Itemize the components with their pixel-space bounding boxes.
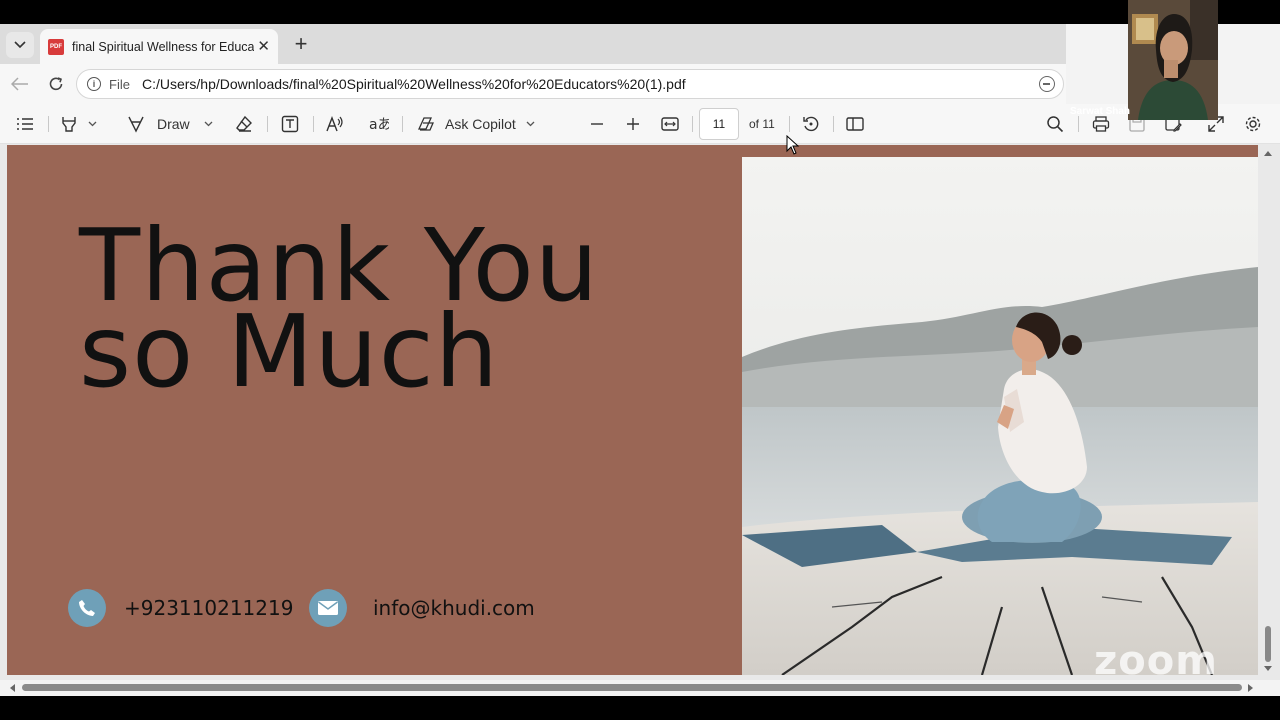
toolbar-divider (833, 116, 834, 132)
slide-heading: Thank You so Much (79, 216, 599, 402)
highlight-button[interactable] (60, 112, 97, 136)
minus-icon[interactable] (590, 112, 604, 136)
scroll-left-icon[interactable] (9, 684, 15, 692)
read-aloud-icon[interactable] (326, 112, 344, 136)
page-number-input[interactable]: 11 (699, 108, 739, 140)
browser-window: PDF final Spiritual Wellness for Educato… (0, 24, 1280, 696)
svg-text:aあ: aあ (369, 117, 389, 133)
page-count: of 11 (749, 117, 775, 131)
highlight-icon (62, 117, 76, 132)
info-icon[interactable]: i (87, 77, 101, 91)
toolbar-divider (692, 116, 693, 132)
fit-width-icon[interactable] (661, 112, 679, 136)
refresh-icon[interactable] (44, 72, 68, 96)
email-contact: info@khudi.com (309, 589, 535, 627)
page-view-icon[interactable] (846, 112, 864, 136)
chevron-down-icon (526, 121, 535, 127)
browser-tab[interactable]: PDF final Spiritual Wellness for Educato… (40, 29, 278, 64)
horizontal-scrollbar[interactable] (0, 680, 1262, 694)
vertical-scrollbar[interactable] (1262, 144, 1274, 680)
plus-icon[interactable] (626, 112, 640, 136)
horizontal-scroll-thumb[interactable] (22, 684, 1242, 691)
pdf-page: Thank You so Much +923110211219 info@khu… (7, 145, 1258, 675)
url-text[interactable]: C:/Users/hp/Downloads/final%20Spiritual%… (142, 76, 686, 92)
phone-icon (68, 589, 106, 627)
draw-label: Draw (157, 116, 190, 132)
text-box-icon[interactable] (281, 112, 299, 136)
chevron-down-icon (204, 121, 213, 127)
tab-list-button[interactable] (6, 32, 34, 58)
address-bar[interactable]: i File C:/Users/hp/Downloads/final%20Spi… (76, 69, 1064, 99)
mail-icon (309, 589, 347, 627)
tab-title: final Spiritual Wellness for Educato (72, 39, 254, 54)
meditation-photo (742, 157, 1258, 675)
rotate-icon[interactable] (802, 112, 820, 136)
translate-icon[interactable]: aあ (369, 112, 389, 136)
screen: PDF final Spiritual Wellness for Educato… (0, 0, 1280, 720)
toolbar-divider (402, 116, 403, 132)
eraser-icon[interactable] (235, 112, 253, 136)
ask-copilot-button[interactable]: Ask Copilot (416, 112, 535, 136)
tab-strip: PDF final Spiritual Wellness for Educato… (0, 24, 1066, 64)
address-bar-row: i File C:/Users/hp/Downloads/final%20Spi… (0, 64, 1066, 104)
plus-icon[interactable]: + (290, 31, 312, 56)
zoom-watermark: zoom (1094, 638, 1218, 684)
scroll-up-icon[interactable] (1264, 150, 1272, 156)
toolbar-divider (313, 116, 314, 132)
search-icon[interactable] (1046, 112, 1064, 136)
ask-copilot-label: Ask Copilot (445, 116, 516, 132)
address-scheme: File (109, 76, 130, 92)
scroll-right-icon[interactable] (1248, 684, 1254, 692)
close-icon[interactable]: ✕ (257, 37, 270, 55)
toolbar-divider (267, 116, 268, 132)
toolbar-divider (48, 116, 49, 132)
chevron-down-icon (14, 41, 26, 49)
settings-icon[interactable] (1244, 112, 1262, 136)
phone-number: +923110211219 (124, 596, 294, 620)
chevron-down-icon (88, 121, 97, 127)
document-viewport[interactable]: Thank You so Much +923110211219 info@khu… (0, 144, 1280, 680)
cursor-icon (786, 135, 800, 155)
contents-icon[interactable] (16, 112, 34, 136)
email-address: info@khudi.com (373, 596, 535, 620)
pdf-icon: PDF (48, 38, 64, 55)
participant-video (1128, 0, 1218, 120)
scroll-down-icon[interactable] (1264, 666, 1272, 672)
draw-button[interactable]: Draw (127, 112, 213, 136)
zoom-out-icon[interactable] (1039, 76, 1055, 92)
back-arrow-icon[interactable] (8, 72, 32, 96)
phone-contact: +923110211219 (68, 589, 293, 627)
participant-name: Sarwat Shah (1070, 106, 1131, 117)
vertical-scroll-thumb[interactable] (1265, 626, 1271, 662)
copilot-icon (417, 117, 434, 131)
toolbar-divider (789, 116, 790, 132)
draw-icon (128, 116, 144, 133)
